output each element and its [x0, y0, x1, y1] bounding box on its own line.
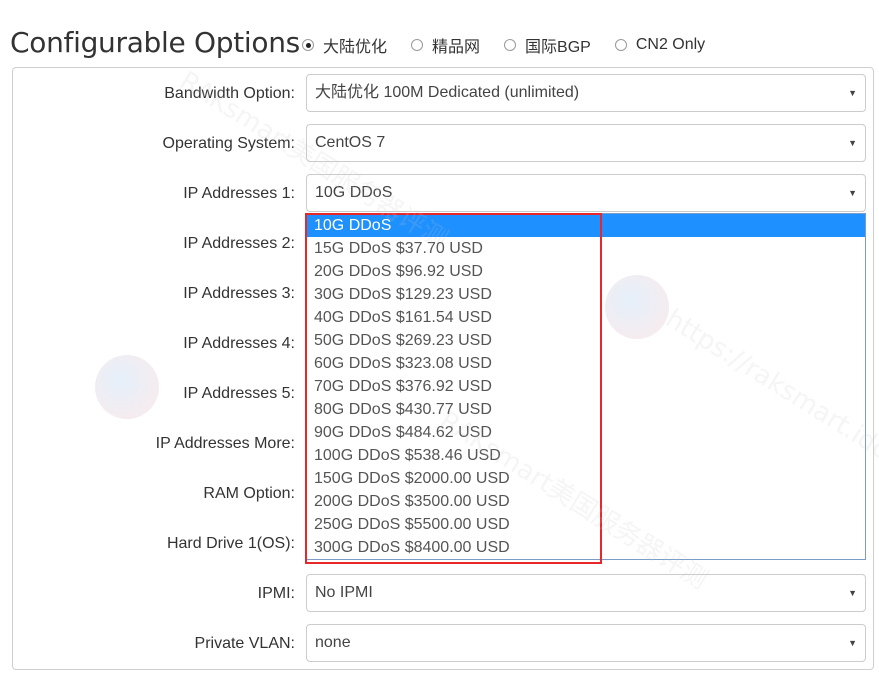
private-vlan-select[interactable]: none ▼	[306, 624, 866, 662]
page-title: Configurable Options	[10, 25, 300, 59]
dropdown-option[interactable]: 300G DDoS $8400.00 USD	[306, 536, 865, 559]
radio-premium-network[interactable]: 精品网	[411, 33, 480, 57]
ip-addresses-more-label: IP Addresses More:	[155, 435, 295, 452]
private-vlan-label: Private VLAN:	[194, 635, 295, 652]
radio-dot[interactable]	[411, 39, 424, 51]
ram-option-label: RAM Option:	[203, 485, 295, 502]
bandwidth-label: Bandwidth Option:	[164, 85, 295, 102]
field-row-vlan: Private VLAN: none ▼	[13, 624, 873, 664]
dropdown-option[interactable]: 150G DDoS $2000.00 USD	[306, 467, 865, 490]
radio-mainland-optimized[interactable]: 大陆优化	[302, 33, 387, 57]
dropdown-option[interactable]: 10G DDoS	[306, 214, 865, 237]
radio-label: CN2 Only	[635, 36, 706, 53]
field-row-ipmi: IPMI: No IPMI ▼	[13, 574, 873, 614]
ip-addresses-dropdown-list[interactable]: 10G DDoS 15G DDoS $37.70 USD 20G DDoS $9…	[305, 213, 866, 560]
chevron-down-icon: ▼	[848, 638, 857, 648]
radio-international-bgp[interactable]: 国际BGP	[504, 33, 591, 57]
field-row-ip1: IP Addresses 1: 10G DDoS ▼	[13, 174, 873, 214]
bandwidth-select[interactable]: 大陆优化 100M Dedicated (unlimited) ▼	[306, 74, 866, 112]
header: Configurable Options	[10, 24, 300, 60]
dropdown-option[interactable]: 70G DDoS $376.92 USD	[306, 375, 865, 398]
dropdown-option[interactable]: 60G DDoS $323.08 USD	[306, 352, 865, 375]
radio-dot[interactable]	[614, 39, 627, 51]
ip-addresses-4-label: IP Addresses 4:	[183, 335, 295, 352]
operating-system-label: Operating System:	[162, 135, 296, 152]
ip-addresses-1-select[interactable]: 10G DDoS ▼	[306, 174, 866, 212]
select-value: CentOS 7	[315, 134, 386, 151]
radio-dot[interactable]	[504, 39, 517, 51]
dropdown-option[interactable]: 50G DDoS $269.23 USD	[306, 329, 865, 352]
dropdown-option[interactable]: 20G DDoS $96.92 USD	[306, 260, 865, 283]
field-row-bandwidth: Bandwidth Option: 大陆优化 100M Dedicated (u…	[13, 74, 873, 114]
ipmi-select[interactable]: No IPMI ▼	[306, 574, 866, 612]
select-value: 大陆优化 100M Dedicated (unlimited)	[315, 84, 580, 101]
dropdown-option[interactable]: 80G DDoS $430.77 USD	[306, 398, 865, 421]
field-row-os: Operating System: CentOS 7 ▼	[13, 124, 873, 164]
dropdown-option[interactable]: 15G DDoS $37.70 USD	[306, 237, 865, 260]
radio-label: 大陆优化	[323, 39, 388, 56]
dropdown-option[interactable]: 200G DDoS $3500.00 USD	[306, 490, 865, 513]
chevron-down-icon: ▼	[848, 88, 857, 98]
select-value: none	[315, 634, 351, 651]
ip-addresses-3-label: IP Addresses 3:	[183, 285, 295, 302]
radio-label: 国际BGP	[525, 39, 591, 56]
dropdown-option[interactable]: 90G DDoS $484.62 USD	[306, 421, 865, 444]
radio-dot[interactable]	[302, 39, 314, 51]
dropdown-option[interactable]: 100G DDoS $538.46 USD	[306, 444, 865, 467]
ip-addresses-1-label: IP Addresses 1:	[183, 185, 295, 202]
select-value: No IPMI	[315, 584, 373, 601]
ip-addresses-5-label: IP Addresses 5:	[183, 385, 295, 402]
radio-label: 精品网	[432, 39, 481, 56]
chevron-down-icon: ▼	[848, 138, 857, 148]
ip-addresses-2-label: IP Addresses 2:	[183, 235, 295, 252]
chevron-down-icon: ▼	[848, 188, 857, 198]
hard-drive-label: Hard Drive 1(OS):	[166, 535, 295, 552]
dropdown-option[interactable]: 250G DDoS $5500.00 USD	[306, 513, 865, 536]
network-radio-group: 大陆优化 精品网 国际BGP CN2 Only	[302, 33, 729, 57]
dropdown-option[interactable]: 30G DDoS $129.23 USD	[306, 283, 865, 306]
chevron-down-icon: ▼	[848, 588, 857, 598]
select-value: 10G DDoS	[315, 184, 393, 201]
dropdown-option[interactable]: 40G DDoS $161.54 USD	[306, 306, 865, 329]
operating-system-select[interactable]: CentOS 7 ▼	[306, 124, 866, 162]
ipmi-label: IPMI:	[257, 585, 295, 602]
radio-cn2-only[interactable]: CN2 Only	[614, 36, 706, 54]
